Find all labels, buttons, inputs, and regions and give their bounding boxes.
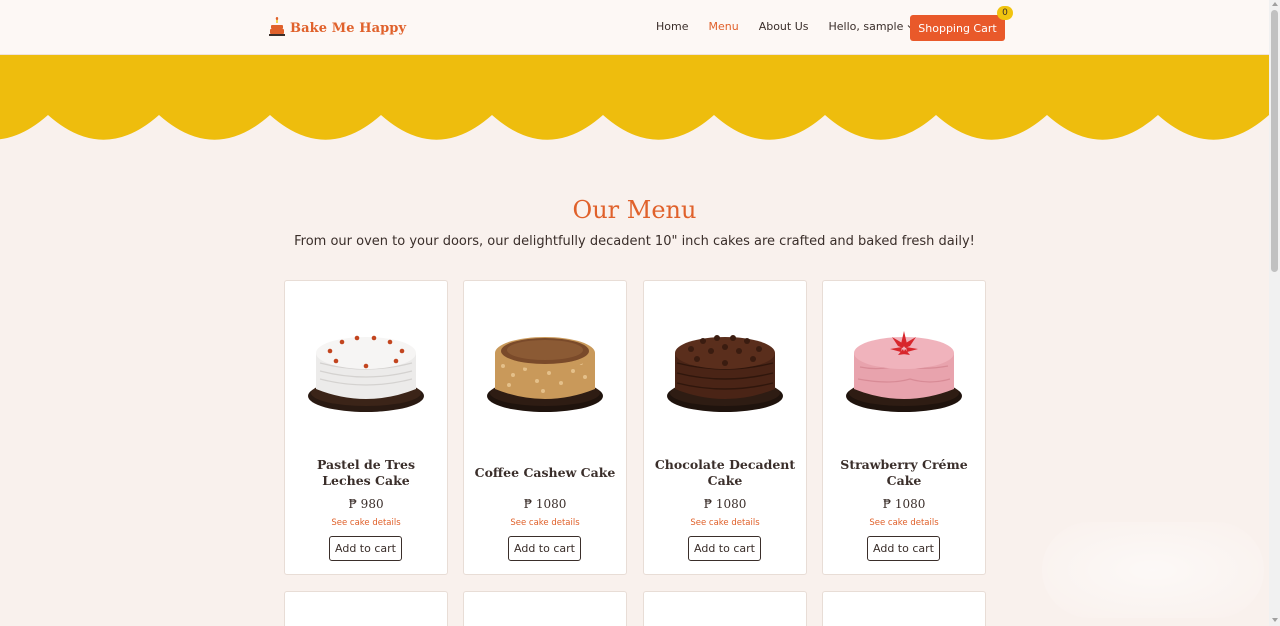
- nav-menu[interactable]: Menu: [708, 20, 738, 33]
- navbar: Bake Me Happy Home Menu About Us Hello, …: [0, 0, 1269, 55]
- scroll-down-arrow-icon[interactable]: [1271, 618, 1278, 622]
- nav-about[interactable]: About Us: [759, 20, 809, 33]
- product-card: [284, 591, 448, 626]
- product-card: [463, 591, 627, 626]
- scroll-up-arrow-icon[interactable]: [1271, 2, 1278, 6]
- add-to-cart-button[interactable]: Add to cart: [867, 536, 940, 561]
- white-cake-image: [308, 335, 424, 412]
- see-cake-details-link[interactable]: See cake details: [285, 518, 447, 528]
- add-to-cart-button[interactable]: Add to cart: [688, 536, 761, 561]
- product-card: Strawberry Créme Cake ₱ 1080 See cake de…: [822, 280, 986, 575]
- hero-scallop-banner: [0, 55, 1269, 140]
- nav-home[interactable]: Home: [656, 20, 688, 33]
- product-name: Strawberry Créme Cake: [840, 457, 968, 488]
- see-cake-details-link[interactable]: See cake details: [464, 518, 626, 528]
- scrollbar-thumb[interactable]: [1271, 10, 1278, 272]
- product-price: ₱ 1080: [703, 497, 747, 511]
- product-card: Pastel de Tres Leches Cake ₱ 980 See cak…: [284, 280, 448, 575]
- floating-widget-overlay: [1042, 522, 1264, 618]
- main-nav: Home Menu About Us Hello, sample: [656, 20, 935, 33]
- product-name: Chocolate Decadent Cake: [654, 457, 796, 488]
- user-greeting: Hello, sample: [828, 20, 904, 33]
- product-card: [643, 591, 807, 626]
- see-cake-details-link[interactable]: See cake details: [823, 518, 985, 528]
- product-name: Pastel de Tres Leches Cake: [316, 457, 416, 488]
- cashew-cake-image: [487, 337, 603, 412]
- product-price: ₱ 980: [348, 497, 384, 511]
- cart-count-badge: 0: [997, 6, 1013, 20]
- chocolate-cake-image: [667, 335, 783, 412]
- product-price: ₱ 1080: [882, 497, 926, 511]
- brand-link[interactable]: Bake Me Happy: [268, 17, 406, 39]
- add-to-cart-button[interactable]: Add to cart: [329, 536, 402, 561]
- product-card: [822, 591, 986, 626]
- see-cake-details-link[interactable]: See cake details: [644, 518, 806, 528]
- vertical-scrollbar[interactable]: [1269, 0, 1280, 626]
- shopping-cart-button[interactable]: Shopping Cart: [910, 15, 1005, 41]
- product-name: Coffee Cashew Cake: [474, 465, 616, 480]
- page-title: Our Menu: [572, 196, 697, 224]
- cake-logo-icon: [269, 17, 285, 36]
- product-price: ₱ 1080: [523, 497, 567, 511]
- add-to-cart-button[interactable]: Add to cart: [508, 536, 581, 561]
- page-subtitle: From our oven to your doors, our delight…: [294, 234, 975, 249]
- brand-name: Bake Me Happy: [290, 20, 407, 36]
- strawberry-cake-image: [846, 331, 962, 412]
- product-card: Chocolate Decadent Cake ₱ 1080 See cake …: [643, 280, 807, 575]
- product-card: Coffee Cashew Cake ₱ 1080 See cake detai…: [463, 280, 627, 575]
- user-menu-dropdown[interactable]: Hello, sample: [829, 20, 916, 33]
